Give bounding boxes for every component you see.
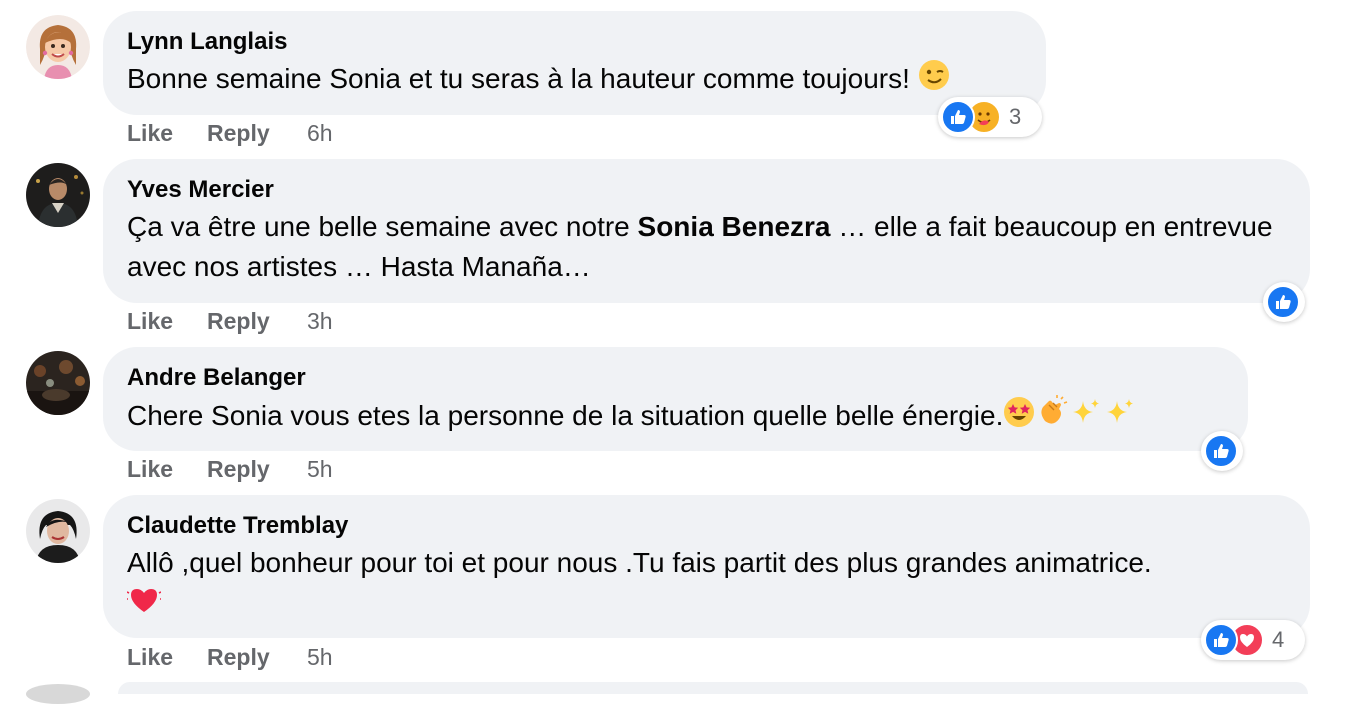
comment-author[interactable]: Yves Mercier <box>127 175 1286 205</box>
comment-text-body: Chere Sonia vous etes la personne de la … <box>127 399 1004 431</box>
comment-text: Chere Sonia vous etes la personne de la … <box>127 395 1224 440</box>
avatar-man-photo-icon <box>26 163 90 227</box>
comment-text: Ça va être une belle semaine avec notre … <box>127 207 1286 287</box>
reply-button[interactable]: Reply <box>207 308 307 335</box>
like-button[interactable]: Like <box>127 456 207 483</box>
reply-button[interactable]: Reply <box>207 644 307 671</box>
reactions-summary[interactable]: 3 <box>938 97 1042 137</box>
comment-author[interactable]: Lynn Langlais <box>127 27 1022 57</box>
comment-text-body: Bonne semaine Sonia et tu seras à la hau… <box>127 63 910 94</box>
comment-bubble: Lynn Langlais Bonne semaine Sonia et tu … <box>103 11 1046 115</box>
comment-bubble: Yves Mercier Ça va être une belle semain… <box>103 159 1310 303</box>
sparkles-emoji-icon <box>1103 395 1137 440</box>
comment-timestamp[interactable]: 5h <box>307 644 333 671</box>
comment-text-body: Ça va être une belle semaine avec notre <box>127 211 638 242</box>
reaction-count: 4 <box>1272 627 1285 652</box>
reply-button[interactable]: Reply <box>207 120 307 147</box>
comment-actions: Like Reply 5h <box>127 644 333 671</box>
comment-bubble: Andre Belanger Chere Sonia vous etes la … <box>103 347 1248 451</box>
comment-bubble: Claudette Tremblay Allô ,quel bonheur po… <box>103 495 1310 638</box>
like-reaction-icon <box>1266 285 1300 319</box>
like-button[interactable]: Like <box>127 644 207 671</box>
avatar[interactable] <box>26 351 90 415</box>
like-button[interactable]: Like <box>127 120 207 147</box>
comment-text: Allô ,quel bonheur pour toi et pour nous… <box>126 543 1286 628</box>
wink-emoji-icon <box>918 59 950 102</box>
star-struck-emoji-icon <box>1003 396 1035 439</box>
comment-text: Bonne semaine Sonia et tu seras à la hau… <box>127 59 1022 102</box>
like-reaction-icon <box>941 100 975 134</box>
avatar[interactable] <box>26 163 90 227</box>
comment-actions: Like Reply 6h <box>127 120 333 147</box>
avatar[interactable] <box>26 499 90 563</box>
like-reaction-icon <box>1204 434 1238 468</box>
comment-author[interactable]: Andre Belanger <box>127 363 1224 393</box>
comment-actions: Like Reply 3h <box>127 308 333 335</box>
comment-bubble <box>118 682 1308 694</box>
reactions-summary[interactable] <box>1201 431 1243 471</box>
comment-author[interactable]: Claudette Tremblay <box>127 511 1286 541</box>
reaction-count: 3 <box>1009 104 1022 129</box>
reactions-summary[interactable]: 4 <box>1201 620 1305 660</box>
like-button[interactable]: Like <box>127 308 207 335</box>
comment-timestamp[interactable]: 5h <box>307 456 333 483</box>
comment-text-body: Allô ,quel bonheur pour toi et pour nous… <box>127 547 1152 578</box>
mention-link[interactable]: Sonia Benezra <box>638 211 831 242</box>
avatar-woman-photo-icon <box>26 499 90 563</box>
comment-actions: Like Reply 5h <box>127 456 333 483</box>
comment-timestamp[interactable]: 6h <box>307 120 333 147</box>
avatar-scene-photo-icon <box>26 351 90 415</box>
sparkles-emoji-icon <box>1069 395 1103 440</box>
reactions-summary[interactable] <box>1263 282 1305 322</box>
beating-heart-emoji-icon <box>126 583 162 628</box>
like-reaction-icon <box>1204 623 1238 657</box>
comment-timestamp[interactable]: 3h <box>307 308 333 335</box>
avatar-cartoon-woman-icon <box>26 15 90 79</box>
reply-button[interactable]: Reply <box>207 456 307 483</box>
avatar[interactable] <box>26 684 90 704</box>
clapping-hands-emoji-icon <box>1035 395 1069 440</box>
avatar[interactable] <box>26 15 90 79</box>
